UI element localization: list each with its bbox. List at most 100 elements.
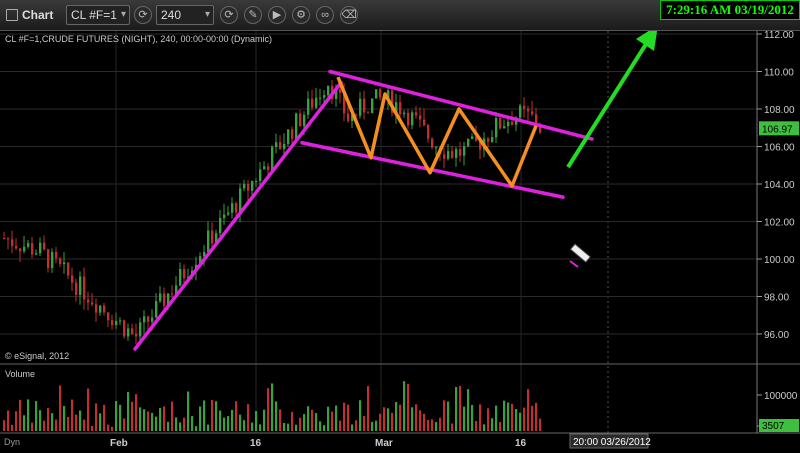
candle-body bbox=[211, 230, 214, 244]
volume-label: Volume bbox=[5, 369, 35, 379]
candle-body bbox=[323, 95, 326, 98]
volume-bar bbox=[283, 422, 286, 431]
volume-bar bbox=[247, 404, 250, 431]
candle-body bbox=[427, 125, 430, 139]
candle-body bbox=[287, 129, 290, 144]
volume-tag-label: 3507 bbox=[762, 421, 785, 432]
volume-bar bbox=[287, 423, 290, 431]
volume-bar bbox=[91, 425, 94, 431]
candle-body bbox=[87, 299, 90, 303]
candle-body bbox=[83, 276, 86, 300]
volume-bar bbox=[355, 420, 358, 431]
candle-body bbox=[171, 293, 174, 295]
volume-series bbox=[3, 381, 542, 431]
chart-panel[interactable]: 112.00 110.00 108.00 106.00 104.00 102.00 100.… bbox=[0, 31, 800, 453]
candle-body bbox=[99, 305, 102, 313]
volume-bar bbox=[195, 426, 198, 431]
settings-icon[interactable]: ⚙ bbox=[292, 6, 310, 24]
volume-bar bbox=[115, 400, 118, 431]
dropdown-icon[interactable]: ▾ bbox=[205, 8, 210, 22]
volume-bar bbox=[231, 409, 234, 431]
candle-body bbox=[127, 328, 130, 337]
candle-body bbox=[407, 112, 410, 126]
volume-bar bbox=[259, 424, 262, 431]
candle-body bbox=[403, 112, 406, 115]
candle-body bbox=[123, 320, 126, 337]
price-tick-label: 106.00 bbox=[764, 143, 795, 154]
app-title: Chart bbox=[22, 8, 54, 22]
candle-body bbox=[79, 276, 82, 295]
volume-bar bbox=[3, 420, 6, 431]
volume-bar bbox=[295, 424, 298, 431]
candle-body bbox=[319, 97, 322, 99]
symbol-input[interactable]: CL #F=1 ▾ bbox=[66, 5, 130, 25]
candle-body bbox=[447, 151, 450, 159]
volume-bar bbox=[535, 402, 538, 431]
candle-body bbox=[243, 183, 246, 189]
candle-body bbox=[495, 117, 498, 138]
candle-body bbox=[231, 203, 234, 213]
link-icon[interactable]: ∞ bbox=[316, 6, 334, 24]
candle-body bbox=[299, 113, 302, 127]
volume-bar bbox=[131, 401, 134, 431]
candle-body bbox=[151, 317, 154, 322]
volume-bar bbox=[227, 416, 230, 431]
candle-body bbox=[303, 114, 306, 127]
candle-body bbox=[251, 181, 254, 191]
interval-input[interactable]: 240 ▾ bbox=[156, 5, 214, 25]
volume-bar bbox=[51, 413, 54, 431]
volume-bar bbox=[519, 412, 522, 431]
candle-body bbox=[3, 238, 6, 239]
volume-bar bbox=[539, 418, 542, 431]
candle-body bbox=[91, 302, 94, 305]
date-tick-label: Mar bbox=[375, 438, 393, 449]
candle-body bbox=[259, 169, 262, 181]
volume-bar bbox=[167, 421, 170, 431]
draw-icon[interactable]: ✎ bbox=[244, 6, 262, 24]
candle-body bbox=[411, 112, 414, 126]
date-tag-label: 20:00 03/26/2012 bbox=[573, 437, 651, 448]
volume-bar bbox=[303, 414, 306, 431]
candle-body bbox=[147, 316, 150, 322]
volume-bar bbox=[463, 406, 466, 431]
volume-bar bbox=[27, 399, 30, 431]
volume-bar bbox=[291, 412, 294, 431]
volume-bar bbox=[319, 421, 322, 431]
volume-bar bbox=[235, 401, 238, 431]
price-tick-label: 112.00 bbox=[764, 31, 794, 41]
date-tick-label: 16 bbox=[250, 438, 262, 449]
candle-body bbox=[71, 275, 74, 283]
volume-bar bbox=[431, 419, 434, 431]
volume-bar bbox=[175, 417, 178, 431]
volume-bar bbox=[99, 413, 102, 431]
volume-bar bbox=[383, 407, 386, 431]
candle-body bbox=[359, 98, 362, 116]
refresh-icon[interactable]: ⟳ bbox=[134, 6, 152, 24]
candle-body bbox=[43, 242, 46, 250]
volume-bar bbox=[147, 411, 150, 431]
candle-body bbox=[31, 243, 34, 255]
volume-bar bbox=[135, 394, 138, 431]
volume-bar bbox=[255, 411, 258, 431]
eraser-icon[interactable]: ⌫ bbox=[340, 6, 358, 24]
chart-header: CL #F=1,CRUDE FUTURES (NIGHT), 240, 00:0… bbox=[5, 34, 272, 44]
candle-body bbox=[111, 320, 114, 326]
gridlines bbox=[0, 31, 757, 433]
candle-body bbox=[423, 119, 426, 126]
volume-bar bbox=[271, 383, 274, 431]
volume-bar bbox=[359, 400, 362, 431]
volume-bar bbox=[163, 406, 166, 431]
candle-body bbox=[51, 252, 54, 268]
candle-body bbox=[491, 137, 494, 142]
volume-bar bbox=[19, 399, 22, 431]
dropdown-icon[interactable]: ▾ bbox=[121, 8, 126, 22]
pen-stroke-mark bbox=[569, 260, 579, 268]
candle-body bbox=[471, 136, 474, 139]
breakout-arrow-shaft bbox=[566, 36, 652, 169]
volume-bar bbox=[199, 406, 202, 431]
refresh-icon[interactable]: ⟳ bbox=[220, 6, 238, 24]
volume-bar bbox=[155, 416, 158, 431]
volume-bar bbox=[471, 404, 474, 431]
play-icon[interactable]: ▶ bbox=[268, 6, 286, 24]
candle-body bbox=[227, 212, 230, 215]
